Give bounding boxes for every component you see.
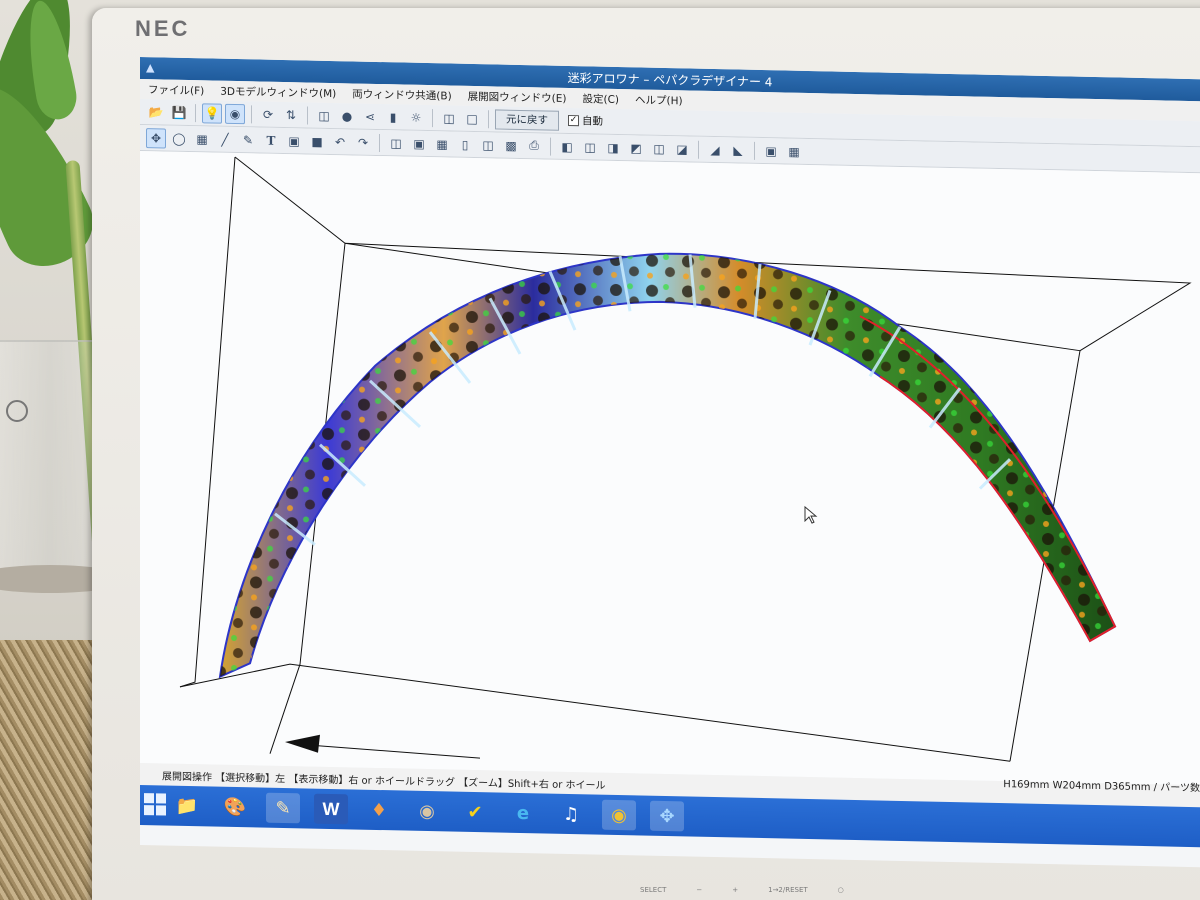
toolbar-separator	[307, 105, 308, 125]
bezel-power-button[interactable]: ○	[838, 886, 844, 894]
start-tile	[144, 793, 154, 804]
menu-unfold-window[interactable]: 展開図ウィンドウ(E)	[460, 88, 575, 105]
screen: ▲ 迷彩アロワナ – ペパクラデザイナー 4 ファイル(F) 3Dモデルウィンド…	[140, 57, 1200, 868]
toolbar-separator	[251, 104, 252, 123]
norton-icon[interactable]: ✔	[458, 797, 492, 828]
toolbar-separator	[432, 108, 433, 127]
fit-frame-icon[interactable]: ▣	[761, 141, 781, 161]
model-view-icon[interactable]: ◉	[225, 103, 245, 124]
mirror-icon[interactable]: ◣	[728, 140, 748, 160]
mouse-cursor-icon	[804, 505, 818, 524]
frame-line	[179, 156, 236, 688]
paper-craft-app-icon[interactable]: ✎	[266, 792, 300, 824]
internet-explorer-icon[interactable]: e	[506, 798, 540, 829]
fit-page-icon[interactable]: ▣	[409, 133, 429, 153]
game-icon[interactable]: ♦	[362, 795, 396, 826]
menu-3d-model-window[interactable]: 3Dモデルウィンドウ(M)	[212, 83, 344, 101]
3d-viewport[interactable]	[140, 151, 1200, 785]
toolbar-separator	[550, 137, 551, 156]
toolbar-separator	[195, 103, 196, 122]
align-center-icon[interactable]: ◫	[580, 137, 600, 157]
menu-settings[interactable]: 設定(C)	[575, 91, 628, 107]
axes-icon[interactable]: ⋖	[360, 106, 380, 126]
menu-file[interactable]: ファイル(F)	[140, 82, 212, 99]
align-top-icon[interactable]: ◩	[626, 138, 646, 158]
fold-icon[interactable]: ◫	[314, 105, 334, 125]
line-tool-icon[interactable]: ╱	[215, 129, 235, 149]
bezel-minus-button[interactable]: −	[696, 886, 702, 894]
start-tile	[156, 805, 166, 816]
join-edges-icon[interactable]: ▦	[192, 129, 212, 149]
auto-checkbox-box[interactable]: ✓	[568, 114, 579, 127]
book-icon[interactable]: ◫	[386, 133, 406, 153]
single-view-icon[interactable]: □	[462, 108, 482, 128]
text-tool-icon[interactable]: T	[261, 130, 281, 150]
part-icon[interactable]: ■	[307, 131, 327, 151]
bezel-plus-button[interactable]: +	[732, 886, 738, 894]
dual-view-icon[interactable]: ◫	[439, 108, 459, 128]
auto-checkbox[interactable]: ✓ 自動	[568, 113, 603, 129]
rotate-part-icon[interactable]: ⟳	[258, 104, 278, 124]
gimp-icon[interactable]: ◉	[410, 796, 444, 827]
page-print-preview-icon[interactable]: ▩	[501, 135, 521, 155]
toolbar-separator	[698, 140, 699, 159]
select-move-icon[interactable]: ✥	[146, 127, 166, 149]
3d-model-canvas[interactable]	[140, 151, 1200, 786]
layout-icon[interactable]: ▦	[432, 134, 452, 154]
paper-model-body[interactable]	[218, 244, 1117, 695]
monitor-buttons: SELECT − + 1→2/RESET ○	[640, 886, 844, 894]
undo-button[interactable]: 元に戻す	[495, 108, 559, 131]
expand-frame-icon[interactable]: ▦	[784, 141, 804, 161]
itunes-icon[interactable]: ♫	[554, 799, 588, 830]
save-icon[interactable]: 💾	[169, 102, 189, 122]
model-dimensions: H169mm W204mm D365mm / パーツ数	[1003, 779, 1200, 795]
start-tile	[144, 805, 154, 816]
toolbar-separator	[754, 141, 755, 160]
pepakura-icon[interactable]: ✥	[650, 800, 684, 832]
glue-icon[interactable]: ●	[337, 106, 357, 126]
redo-arrow-icon[interactable]: ↷	[353, 132, 373, 152]
start-tile	[156, 793, 166, 804]
split-icon[interactable]: ▮	[383, 107, 403, 127]
file-explorer-icon[interactable]: 📁	[170, 791, 204, 822]
start-button[interactable]	[144, 793, 166, 816]
lightbulb-icon[interactable]: 💡	[202, 102, 222, 124]
align-right-icon[interactable]: ◨	[603, 137, 623, 157]
undo-arrow-icon[interactable]: ↶	[330, 131, 350, 151]
align-middle-icon[interactable]: ◫	[649, 138, 669, 158]
menu-both-windows[interactable]: 両ウィンドウ共通(B)	[344, 86, 459, 103]
distribute-icon[interactable]: ◢	[705, 139, 725, 159]
bezel-reset-button[interactable]: 1→2/RESET	[768, 886, 808, 894]
word-icon[interactable]: W	[314, 793, 348, 825]
toolbar-separator	[379, 133, 380, 152]
front-direction-arrow	[285, 734, 481, 759]
flip-icon[interactable]: ⇅	[281, 104, 301, 124]
texture-icon[interactable]: ☼	[406, 107, 426, 127]
printer-icon[interactable]: ⎙	[524, 136, 544, 156]
image-icon[interactable]: ▣	[284, 131, 304, 151]
monitor-brand: NEC	[135, 16, 191, 41]
align-left-icon[interactable]: ◧	[557, 136, 577, 156]
folder-open-icon[interactable]: 📂	[146, 102, 166, 122]
rotate-icon[interactable]: ◯	[169, 128, 189, 148]
menu-help[interactable]: ヘルプ(H)	[627, 92, 691, 108]
chrome-icon[interactable]: ◉	[602, 799, 636, 831]
vase-logo	[6, 400, 28, 422]
paint-app-icon[interactable]: 🎨	[218, 792, 252, 823]
page-add-icon[interactable]: ◫	[478, 135, 498, 155]
bezel-select-button[interactable]: SELECT	[640, 886, 666, 894]
auto-checkbox-label: 自動	[582, 115, 603, 128]
paint-icon[interactable]: ✎	[238, 130, 258, 150]
toolbar-separator	[488, 109, 489, 128]
page-icon[interactable]: ▯	[455, 134, 475, 154]
frame-line	[234, 156, 1192, 352]
align-bottom-icon[interactable]: ◪	[672, 139, 692, 159]
